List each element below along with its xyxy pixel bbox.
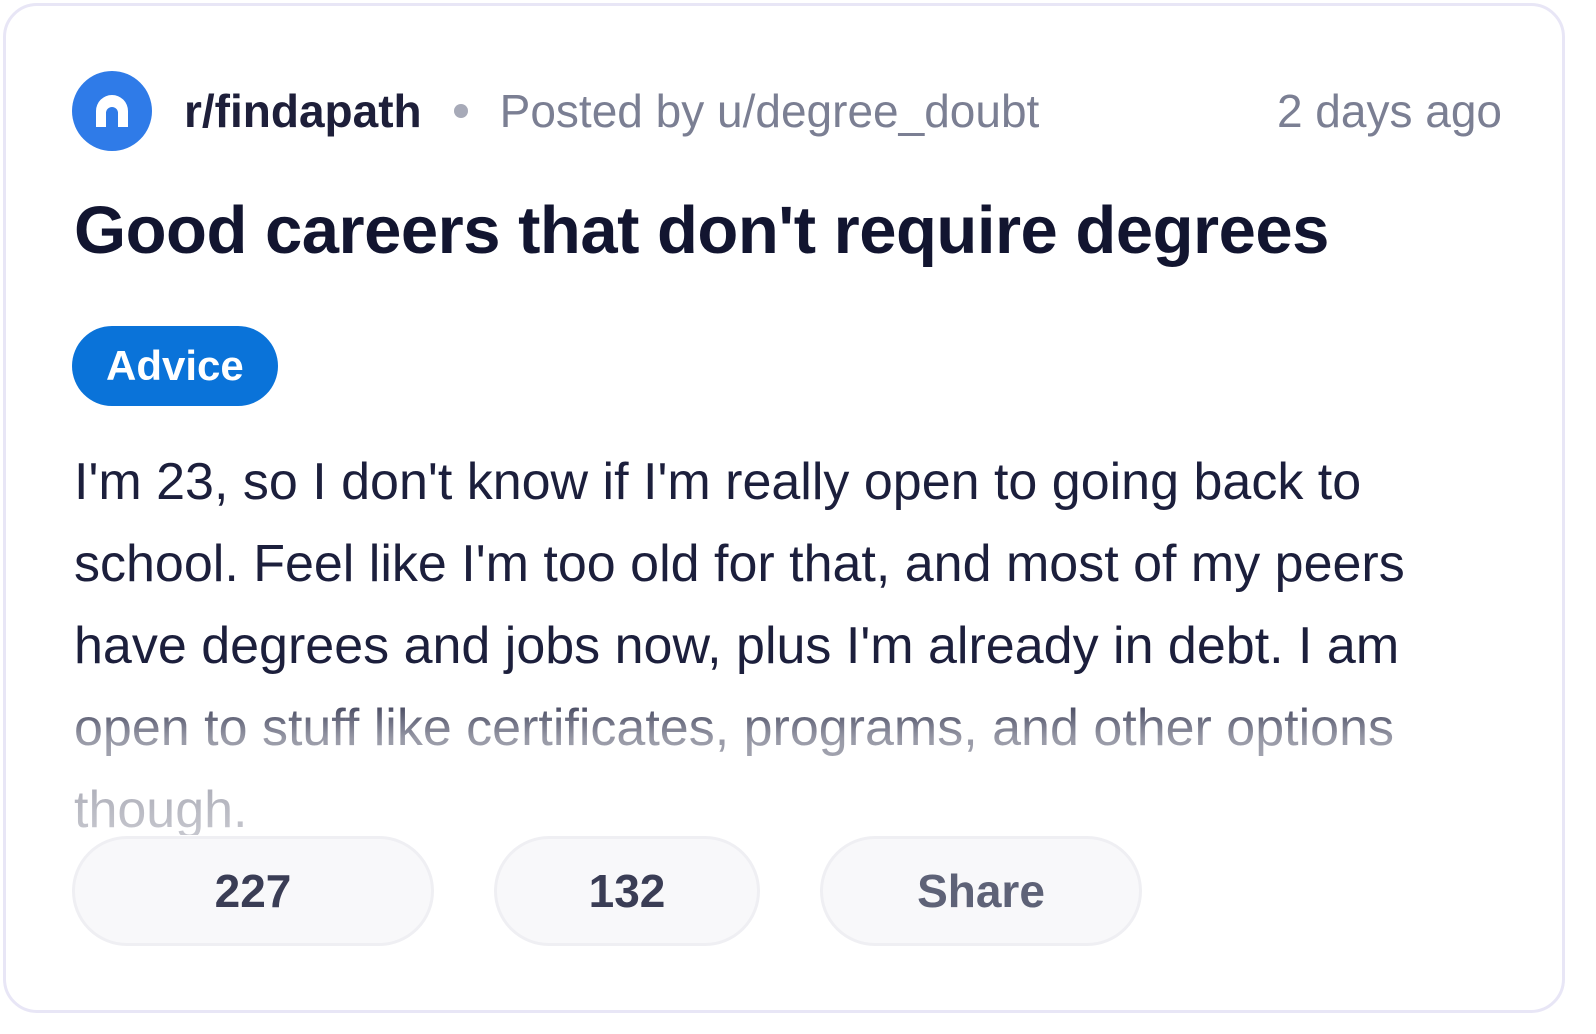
vote-button[interactable]: 227	[72, 836, 434, 946]
posted-by-author[interactable]: Posted by u/degree_doubt	[500, 84, 1040, 138]
post-body-text: I'm 23, so I don't know if I'm really op…	[74, 453, 1405, 835]
post-card[interactable]: r/findapath Posted by u/degree_doubt 2 d…	[3, 3, 1565, 1013]
subreddit-avatar-icon[interactable]	[72, 71, 152, 151]
comments-button[interactable]: 132	[494, 836, 760, 946]
share-label: Share	[917, 865, 1045, 917]
share-button[interactable]: Share	[820, 836, 1142, 946]
separator-dot	[453, 104, 468, 118]
comment-count: 132	[588, 865, 666, 917]
post-header: r/findapath Posted by u/degree_doubt 2 d…	[72, 70, 1502, 152]
vote-count: 227	[214, 865, 292, 917]
post-body: I'm 23, so I don't know if I'm really op…	[74, 441, 1514, 835]
post-title[interactable]: Good careers that don't require degrees	[74, 192, 1329, 269]
post-time: 2 days ago	[1276, 85, 1502, 137]
subreddit-name[interactable]: r/findapath	[184, 84, 422, 138]
post-flair[interactable]: Advice	[72, 326, 278, 406]
